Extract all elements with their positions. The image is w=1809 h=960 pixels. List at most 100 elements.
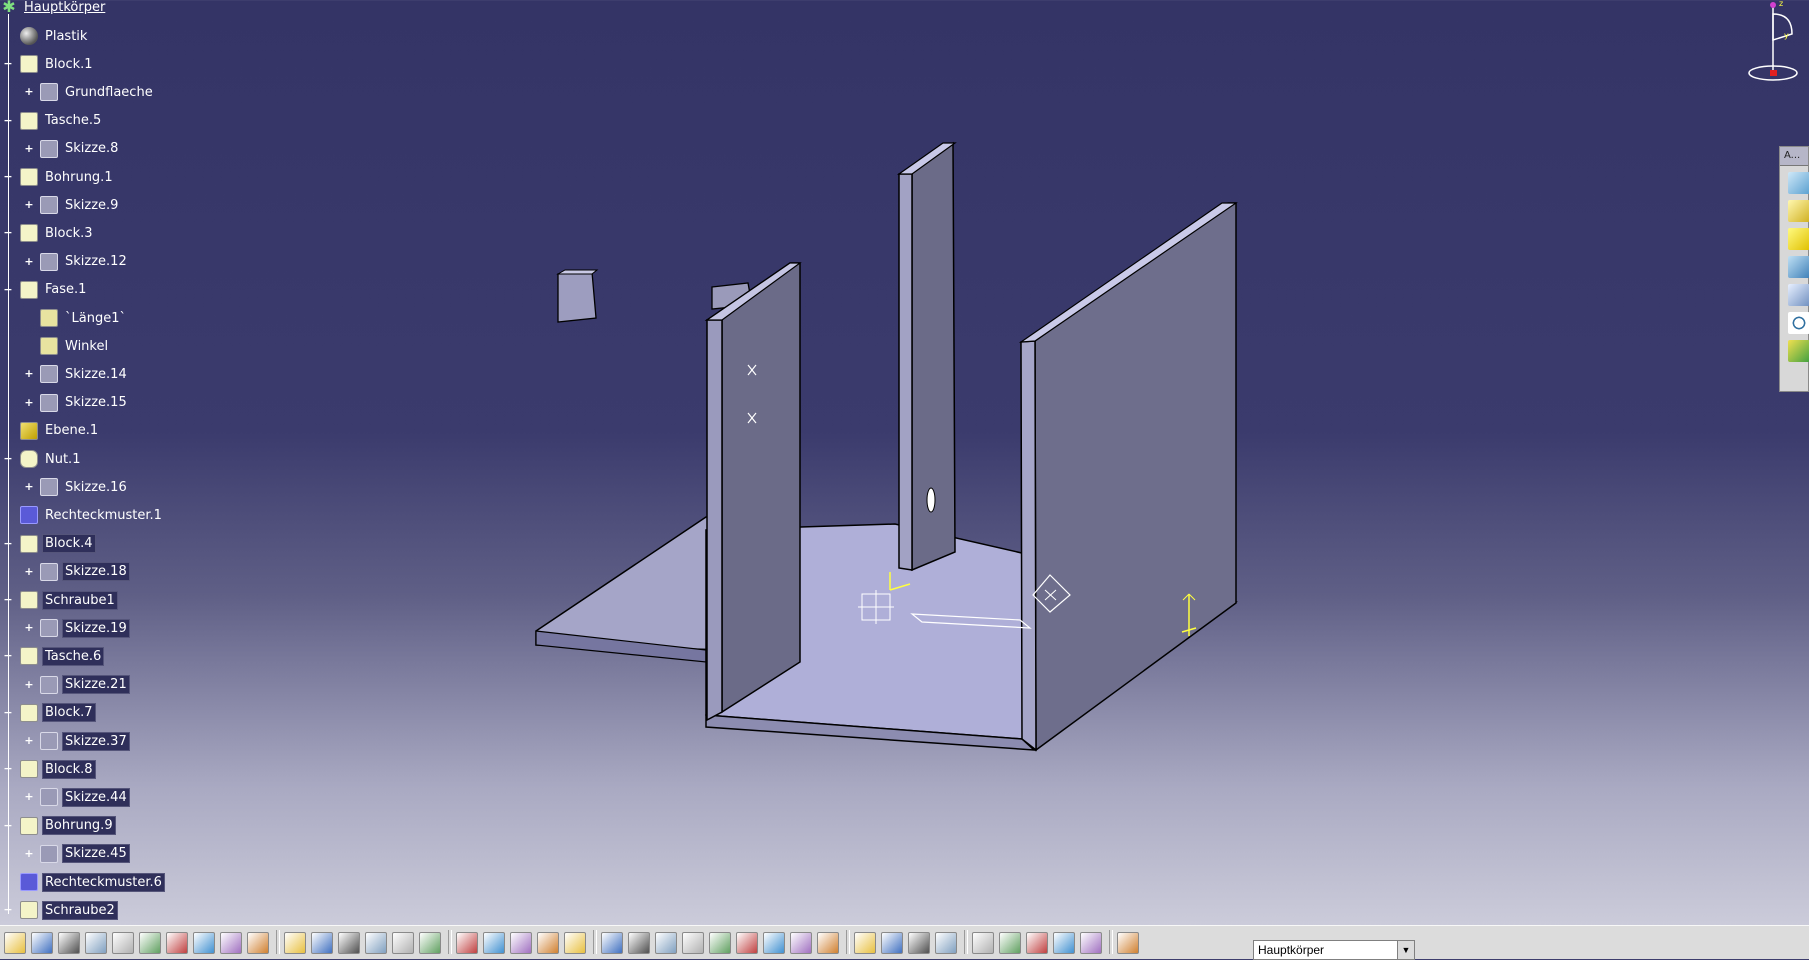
tree-node-label[interactable]: Block.3 (43, 225, 95, 242)
zoom-in-icon[interactable] (564, 932, 586, 954)
tree-node-label[interactable]: Rechteckmuster.6 (42, 872, 165, 892)
pan-icon[interactable] (510, 932, 532, 954)
tree-node-label[interactable]: Rechteckmuster.1 (43, 507, 164, 524)
tree-node[interactable]: Rechteckmuster.6 (20, 871, 165, 893)
expand-icon[interactable]: + (24, 256, 34, 267)
tree-node-label[interactable]: Skizze.37 (62, 731, 130, 751)
iso-view-icon[interactable] (682, 932, 704, 954)
tree-node-label[interactable]: Skizze.21 (62, 675, 130, 695)
apply-material-icon[interactable] (854, 932, 876, 954)
expand-icon[interactable]: + (24, 86, 34, 97)
constraint-icon[interactable] (1053, 932, 1075, 954)
save-icon[interactable] (58, 932, 80, 954)
cut-icon[interactable] (112, 932, 134, 954)
tree-node-label[interactable]: Block.7 (42, 703, 96, 723)
tree-node-label[interactable]: Schraube1 (42, 590, 118, 610)
tree-node[interactable]: Grundflaeche (40, 81, 155, 103)
pad-tool-icon[interactable] (1788, 172, 1809, 194)
tree-node-label[interactable]: Bohrung.9 (42, 816, 116, 836)
slot-tool-icon[interactable] (1788, 340, 1809, 362)
body-icon[interactable] (1117, 932, 1139, 954)
tree-node[interactable]: Skizze.44 (40, 786, 130, 808)
tree-node[interactable]: Skizze.18 (40, 561, 130, 583)
tree-node-label[interactable]: Skizze.44 (62, 787, 130, 807)
grid-icon[interactable] (1026, 932, 1048, 954)
axis-system-icon[interactable] (999, 932, 1021, 954)
tree-node[interactable]: Skizze.45 (40, 843, 130, 865)
tree-node-label[interactable]: Schraube2 (42, 900, 118, 920)
expand-icon[interactable]: + (24, 791, 34, 802)
formula-icon[interactable] (284, 932, 306, 954)
tree-node-label[interactable]: Skizze.18 (62, 562, 130, 582)
tree-node-label[interactable]: Skizze.16 (63, 479, 129, 496)
tree-node[interactable]: Plastik (20, 25, 89, 47)
tree-node[interactable]: Skizze.37 (40, 730, 130, 752)
tree-node[interactable]: Skizze.21 (40, 674, 130, 696)
expand-icon[interactable]: + (24, 481, 34, 492)
tree-node[interactable]: Block.1 (20, 53, 95, 75)
tree-node[interactable]: Schraube1 (20, 589, 118, 611)
3d-viewport[interactable] (190, 0, 1740, 925)
groove-tool-icon[interactable] (1788, 256, 1809, 278)
camera-icon[interactable] (908, 932, 930, 954)
expand-icon[interactable]: + (24, 143, 34, 154)
tree-node-label[interactable]: Skizze.9 (63, 197, 120, 214)
part-model[interactable] (535, 141, 1238, 752)
normal-view-icon[interactable] (628, 932, 650, 954)
tree-node[interactable]: Fase.1 (20, 279, 88, 301)
expand-icon[interactable]: + (24, 397, 34, 408)
tree-node[interactable]: Block.7 (20, 702, 96, 724)
publish-icon[interactable] (419, 932, 441, 954)
expand-icon[interactable]: + (24, 566, 34, 577)
body-selector[interactable]: Hauptkörper ▼ (1253, 940, 1415, 960)
expand-icon[interactable]: + (24, 735, 34, 746)
comment-icon[interactable] (311, 932, 333, 954)
tree-node-label[interactable]: Skizze.15 (63, 394, 129, 411)
paste-icon[interactable] (166, 932, 188, 954)
tree-node[interactable]: Block.8 (20, 758, 96, 780)
tree-node[interactable]: Skizze.9 (40, 194, 120, 216)
tree-node-label[interactable]: Bohrung.1 (43, 169, 115, 186)
tree-node[interactable]: `Länge1` (40, 307, 128, 329)
shading-icon[interactable] (709, 932, 731, 954)
tree-node-label[interactable]: Grundflaeche (63, 84, 155, 101)
tree-node[interactable]: Winkel (40, 335, 110, 357)
tree-node-label[interactable]: Skizze.19 (62, 618, 130, 638)
swap-space-icon[interactable] (763, 932, 785, 954)
tree-node[interactable]: Block.3 (20, 222, 95, 244)
tree-root-label[interactable]: Hauptkörper (22, 0, 107, 16)
tree-node-label[interactable]: Fase.1 (43, 281, 88, 298)
tree-node[interactable]: Skizze.19 (40, 617, 130, 639)
rib-tool-icon[interactable] (1788, 312, 1809, 334)
tree-node[interactable]: Skizze.15 (40, 392, 129, 414)
tree-node-label[interactable]: Block.4 (42, 534, 96, 554)
hide-show-icon[interactable] (736, 932, 758, 954)
refresh-icon[interactable] (935, 932, 957, 954)
tree-node[interactable]: Schraube2 (20, 899, 118, 921)
tree-node[interactable]: Skizze.8 (40, 138, 120, 160)
tree-node-label[interactable]: Tasche.5 (43, 112, 103, 129)
tree-node-label[interactable]: Tasche.6 (41, 646, 105, 666)
fly-icon[interactable] (456, 932, 478, 954)
expand-icon[interactable]: + (24, 679, 34, 690)
tree-node-label[interactable]: Skizze.8 (63, 140, 120, 157)
tree-node-label[interactable]: Ebene.1 (43, 422, 100, 439)
tree-node[interactable]: Tasche.5 (20, 110, 103, 132)
hole-tool-icon[interactable] (1788, 284, 1809, 306)
redo-icon[interactable] (220, 932, 242, 954)
tree-node-label[interactable]: Skizze.12 (63, 253, 129, 270)
tree-node[interactable]: Skizze.14 (40, 363, 129, 385)
measure-icon[interactable] (817, 932, 839, 954)
copy-icon[interactable] (139, 932, 161, 954)
tree-node-label[interactable]: `Länge1` (63, 310, 128, 327)
undo-icon[interactable] (193, 932, 215, 954)
tree-node[interactable]: Skizze.12 (40, 251, 129, 273)
tree-node[interactable]: Block.4 (20, 533, 96, 555)
scene-icon[interactable] (790, 932, 812, 954)
tree-node-label[interactable]: Nut.1 (43, 451, 82, 468)
tree-node[interactable]: Tasche.6 (20, 645, 105, 667)
sensor-icon[interactable] (881, 932, 903, 954)
toolbar-title[interactable]: A... (1780, 147, 1808, 166)
expand-icon[interactable]: + (24, 622, 34, 633)
tree-node-label[interactable]: Skizze.14 (63, 366, 129, 383)
